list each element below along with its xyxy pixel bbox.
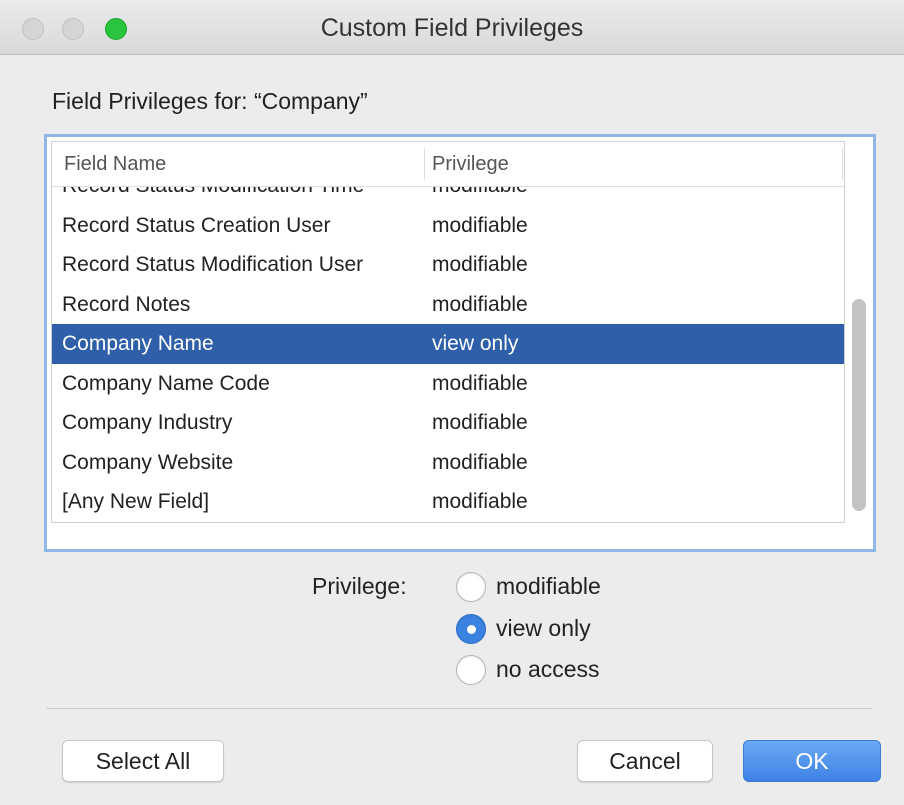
privilege-label: Privilege: xyxy=(312,573,407,599)
field-table[interactable]: Record Status Modification Time modifiab… xyxy=(44,134,876,552)
field-name-cell: Record Status Creation User xyxy=(62,213,331,237)
column-separator xyxy=(842,148,843,180)
column-separator[interactable] xyxy=(424,148,425,180)
privilege-cell: modifiable xyxy=(432,490,528,513)
table-row-selected[interactable]: Company Name view only xyxy=(52,324,844,364)
window-title: Custom Field Privileges xyxy=(320,14,584,42)
field-name-cell: Company Name xyxy=(62,332,214,355)
table-header: Field Name Privilege xyxy=(52,142,844,187)
table-row[interactable]: Company Name Code modifiable xyxy=(52,364,844,404)
table-row[interactable]: Company Website modifiable xyxy=(52,443,844,483)
dialog-window: Custom Field Privileges Field Privileges… xyxy=(0,0,904,805)
field-name-cell: Company Website xyxy=(62,450,234,474)
privilege-cell: modifiable xyxy=(432,411,528,434)
radio-unchecked-icon[interactable] xyxy=(456,655,486,685)
radio-modifiable-label[interactable]: modifiable xyxy=(496,573,601,600)
column-header-privilege[interactable]: Privilege xyxy=(432,153,509,176)
radio-view-only[interactable] xyxy=(456,614,486,644)
select-all-button[interactable]: Select All xyxy=(62,740,224,782)
table-row[interactable]: Record Status Creation User modifiable xyxy=(52,206,844,246)
table-row[interactable]: Record Status Modification User modifiab… xyxy=(52,245,844,285)
field-table-body[interactable]: Record Status Modification Time modifiab… xyxy=(51,141,845,523)
field-rows: Record Status Modification Time modifiab… xyxy=(52,166,844,522)
privilege-cell: modifiable xyxy=(432,292,528,316)
privilege-cell: modifiable xyxy=(432,450,528,474)
divider xyxy=(46,708,872,709)
field-name-cell: Record Status Modification User xyxy=(62,253,364,276)
field-name-cell: [Any New Field] xyxy=(62,490,210,513)
privilege-cell: modifiable xyxy=(432,371,528,395)
field-privileges-heading: Field Privileges for: “Company” xyxy=(52,88,368,114)
radio-unchecked-icon[interactable] xyxy=(456,572,486,602)
privilege-cell: modifiable xyxy=(432,213,528,237)
radio-checked-icon[interactable] xyxy=(456,614,486,644)
ok-button[interactable]: OK xyxy=(743,740,881,782)
radio-no-access-label[interactable]: no access xyxy=(496,656,600,683)
field-name-cell: Company Industry xyxy=(62,411,233,434)
cancel-button[interactable]: Cancel xyxy=(577,740,713,782)
radio-no-access[interactable] xyxy=(456,655,486,685)
table-row[interactable]: [Any New Field] modifiable xyxy=(52,482,844,522)
scrollbar-thumb[interactable] xyxy=(852,299,866,511)
table-row[interactable]: Record Notes modifiable xyxy=(52,285,844,325)
privilege-cell: view only xyxy=(432,332,519,355)
field-name-cell: Company Name Code xyxy=(62,371,270,395)
privilege-cell: modifiable xyxy=(432,253,528,276)
title-bar: Custom Field Privileges xyxy=(0,0,904,55)
field-name-cell: Record Notes xyxy=(62,292,191,316)
radio-modifiable[interactable] xyxy=(456,572,486,602)
table-row[interactable]: Company Industry modifiable xyxy=(52,403,844,443)
column-header-field-name[interactable]: Field Name xyxy=(64,153,166,176)
radio-view-only-label[interactable]: view only xyxy=(496,615,591,642)
